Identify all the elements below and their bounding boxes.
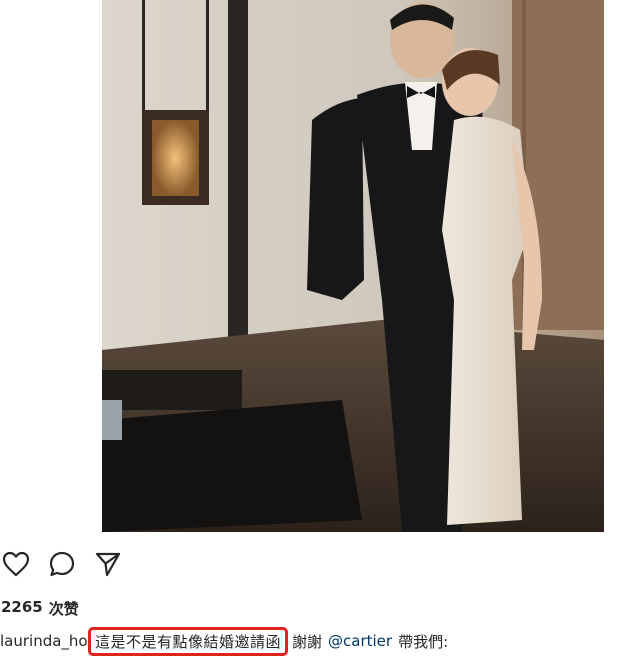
action-bar: [0, 547, 124, 581]
post-photo[interactable]: [102, 0, 604, 532]
like-button[interactable]: [0, 548, 32, 580]
comment-button[interactable]: [46, 548, 78, 580]
comment-icon: [49, 551, 75, 577]
caption-mention[interactable]: @cartier: [328, 632, 392, 650]
likes-label: 次赞: [48, 600, 79, 618]
likes-number: 2265: [1, 598, 43, 616]
heart-icon: [2, 551, 30, 577]
caption-username[interactable]: laurinda_ho: [0, 632, 88, 650]
caption-thanks: 謝謝: [292, 632, 323, 651]
photo-illustration: [102, 0, 604, 532]
likes-count[interactable]: 2265 次赞: [1, 598, 79, 619]
highlighted-caption-text: 這是不是有點像結婚邀請函: [88, 626, 289, 656]
caption-rest: 帶我們:: [398, 632, 449, 651]
instagram-post: 2265 次赞 laurinda_ho 這是不是有點像結婚邀請函 謝謝 @car…: [0, 0, 640, 661]
send-icon: [95, 552, 121, 577]
post-caption: laurinda_ho 這是不是有點像結婚邀請函 謝謝 @cartier 帶我們…: [0, 626, 449, 656]
share-button[interactable]: [92, 548, 124, 580]
